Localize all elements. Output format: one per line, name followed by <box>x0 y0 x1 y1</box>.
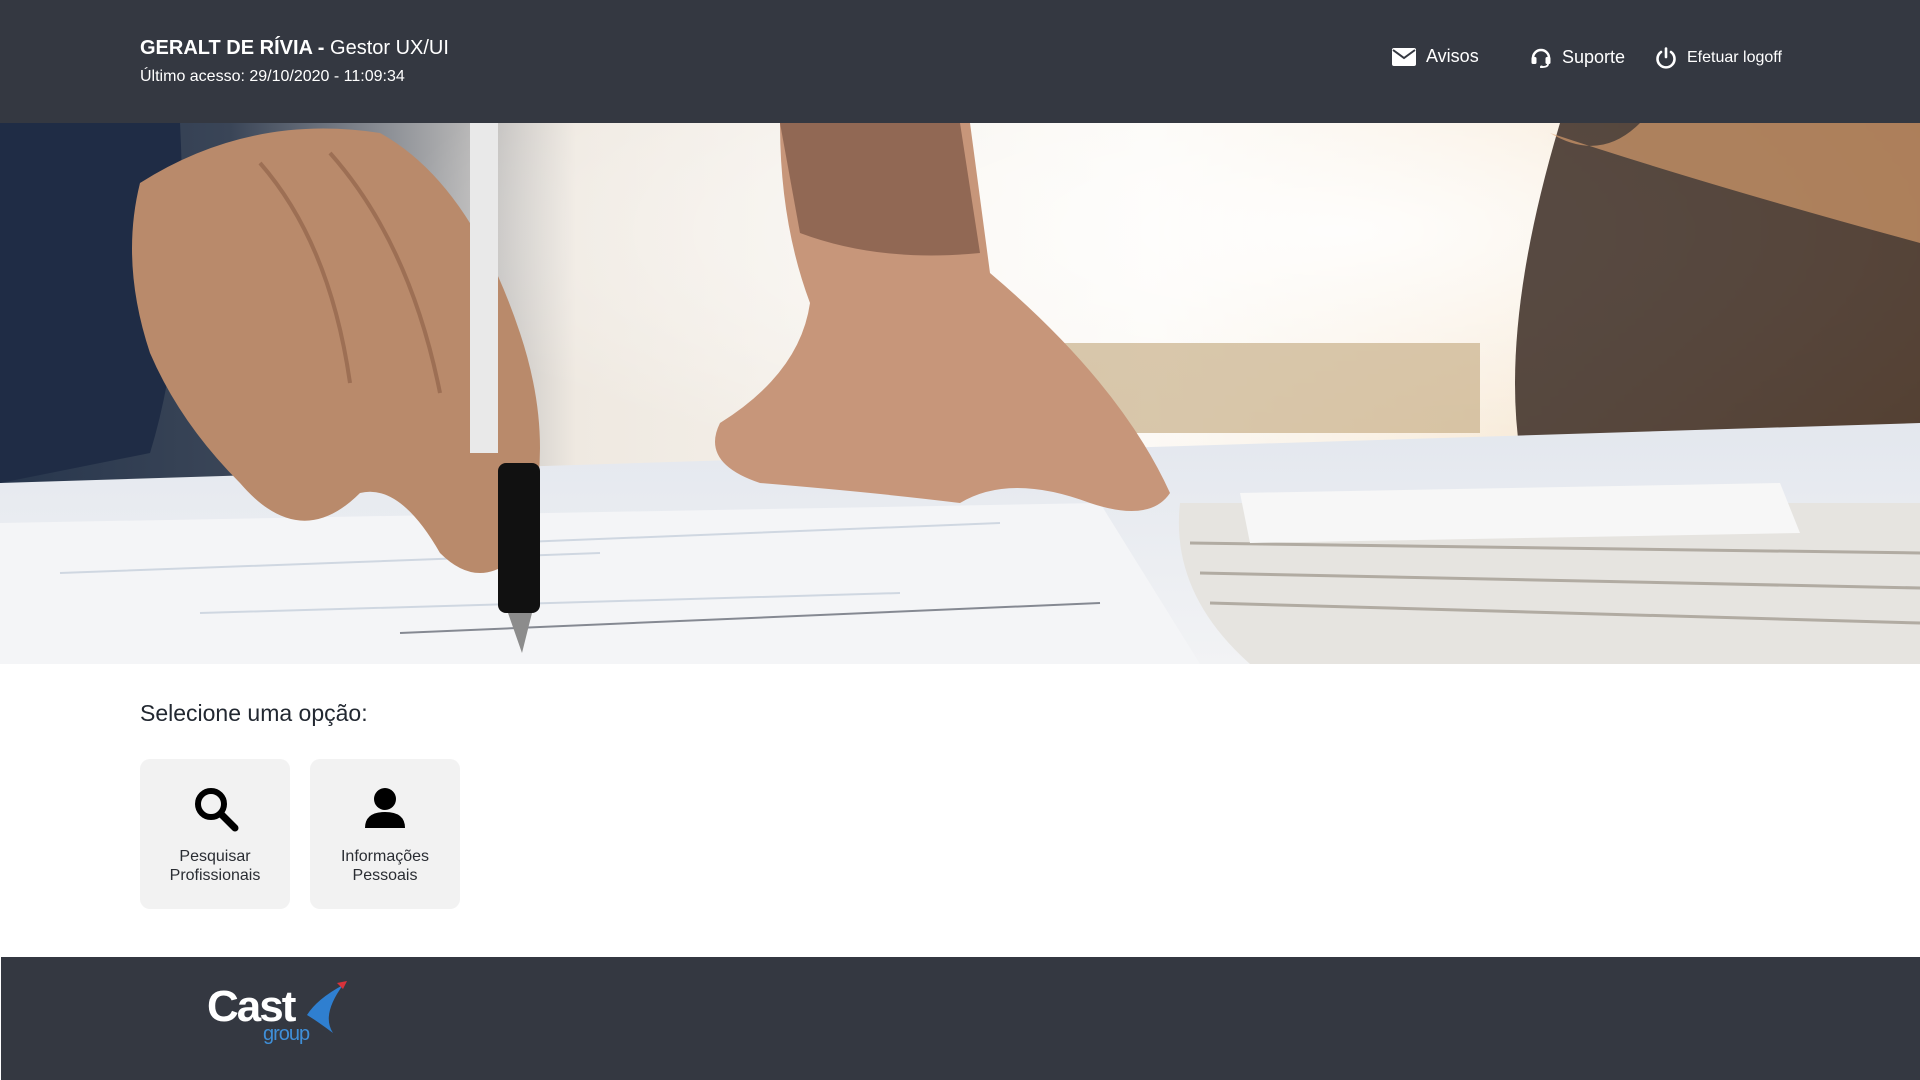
top-header: GERALT DE RÍVIA - Gestor UX/UI Último ac… <box>0 0 1920 123</box>
support-link[interactable]: Suporte <box>1530 46 1625 68</box>
logo-swoosh-icon <box>307 981 347 1033</box>
option-label: Pesquisar Profissionais <box>145 847 285 885</box>
notices-label: Avisos <box>1426 46 1479 66</box>
footer: Cast group <box>0 957 1920 1080</box>
option-label-line1: Informações <box>340 848 430 865</box>
headset-icon <box>1531 48 1551 68</box>
option-search-professionals[interactable]: Pesquisar Profissionais <box>140 759 290 909</box>
user-role: Gestor UX/UI <box>330 37 449 59</box>
hero-banner-image <box>0 123 1920 664</box>
envelope-icon <box>1392 47 1416 66</box>
notices-link[interactable]: Avisos <box>1392 46 1479 67</box>
logoff-link[interactable]: Efetuar logoff <box>1655 47 1782 69</box>
user-info: GERALT DE RÍVIA - Gestor UX/UI Último ac… <box>140 36 449 87</box>
option-label-line2: Profissionais <box>169 867 261 884</box>
user-line: GERALT DE RÍVIA - Gestor UX/UI <box>140 36 449 60</box>
logoff-label: Efetuar logoff <box>1687 49 1782 66</box>
search-icon <box>195 788 239 832</box>
cast-group-logo: Cast group <box>207 981 347 1045</box>
user-name: GERALT DE RÍVIA <box>140 37 313 59</box>
user-separator: - <box>312 37 331 59</box>
page-title: Selecione uma opção: <box>140 700 368 726</box>
option-label-line1: Pesquisar <box>179 848 251 865</box>
user-icon <box>365 788 405 828</box>
option-personal-information[interactable]: Informações Pessoais <box>310 759 460 909</box>
support-label: Suporte <box>1562 46 1626 67</box>
option-label-line2: Pessoais <box>352 867 418 884</box>
option-label: Informações Pessoais <box>315 847 455 885</box>
power-icon <box>1656 47 1676 69</box>
last-access: Último acesso: 29/10/2020 - 11:09:34 <box>140 68 405 85</box>
